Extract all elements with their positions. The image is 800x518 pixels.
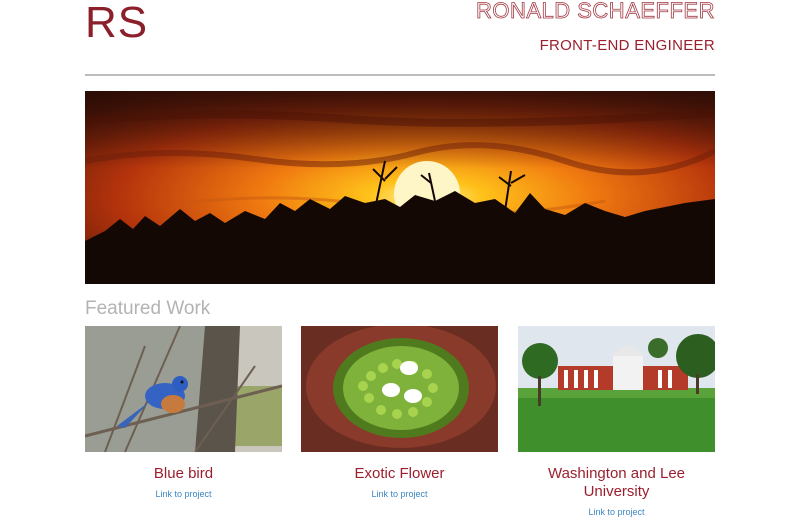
flower-thumbnail[interactable] <box>301 326 498 452</box>
sunset-picture <box>85 91 715 284</box>
header-divider <box>85 74 715 76</box>
bluebird-thumbnail[interactable] <box>85 326 282 452</box>
project-link[interactable]: Link to project <box>85 488 282 500</box>
site-owner-role: FRONT-END ENGINEER <box>539 37 715 54</box>
project-title: Washington and Lee University <box>547 465 686 500</box>
project-link[interactable]: Link to project <box>301 488 498 500</box>
project-card-blue-bird[interactable]: Blue bird Link to project <box>85 326 282 500</box>
site-logo[interactable]: RS <box>85 0 148 46</box>
project-card-washington-and-lee[interactable]: Washington and Lee University Link to pr… <box>518 326 715 518</box>
project-title: Blue bird <box>153 465 214 482</box>
university-thumbnail[interactable] <box>518 326 715 452</box>
site-owner-name: RONALD SCHAEFFER <box>475 0 715 23</box>
project-title: Exotic Flower <box>354 465 445 482</box>
project-card-exotic-flower[interactable]: Exotic Flower Link to project <box>301 326 498 500</box>
hero-image <box>85 91 715 284</box>
project-link[interactable]: Link to project <box>518 506 715 518</box>
featured-work-heading: Featured Work <box>85 298 211 319</box>
